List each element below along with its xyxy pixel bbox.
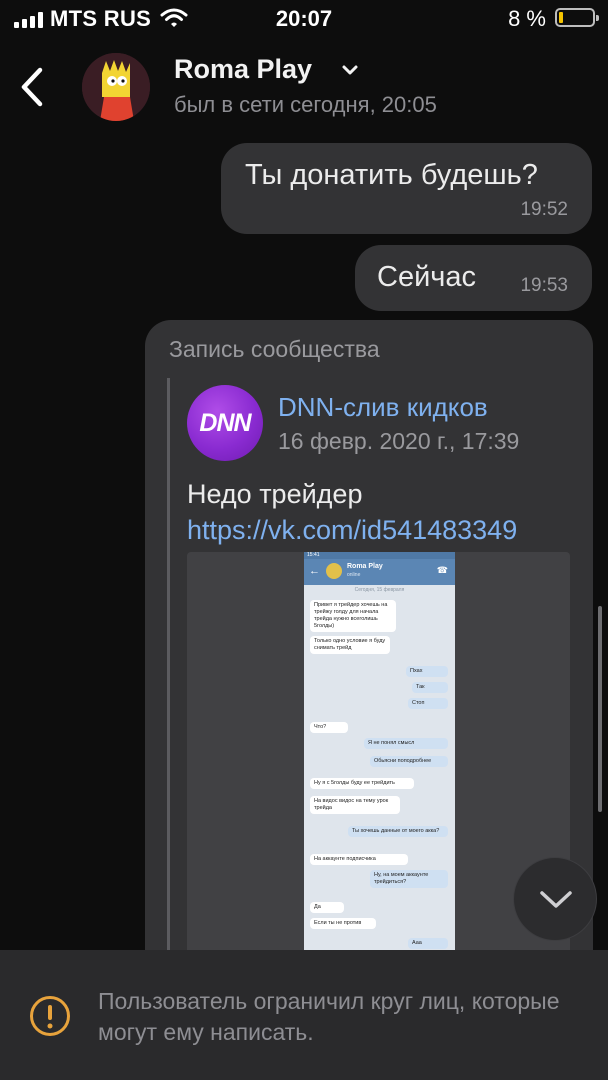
shot-message: Пхах: [406, 666, 448, 677]
chevron-down-icon[interactable]: [340, 60, 360, 80]
back-icon[interactable]: [14, 64, 54, 110]
post-link[interactable]: https://vk.com/id541483349: [187, 515, 517, 545]
shot-status-bar: 15:41: [304, 552, 455, 559]
status-bar: MTS RUS 20:07 8 %: [0, 0, 608, 40]
chevron-down-icon: [540, 891, 572, 908]
community-avatar[interactable]: DNN: [187, 385, 263, 461]
shot-avatar: [326, 563, 342, 579]
shot-message: На видос видос на тему урок трейда: [310, 796, 400, 814]
shot-message: Ты хочешь данные от моего акка?: [348, 826, 448, 837]
message-text: Сейчас: [377, 261, 477, 293]
message-bubble-outgoing[interactable]: Сейчас 19:53: [355, 245, 592, 311]
scroll-indicator[interactable]: [598, 606, 602, 812]
quote-line: [167, 378, 170, 978]
warning-icon: [30, 996, 70, 1036]
post-image-attachment[interactable]: 15:41 ← Roma Play online ☎ Сегодня, 15 ф…: [187, 552, 570, 972]
shot-message: Если ты не против: [310, 918, 376, 929]
avatar[interactable]: [82, 53, 150, 121]
post-text: Недо трейдер https://vk.com/id541483349: [187, 476, 577, 548]
message-time: 19:53: [520, 275, 568, 296]
post-text-body: Недо трейдер: [187, 479, 363, 509]
battery-percent: 8 %: [508, 6, 546, 31]
post-label: Запись сообщества: [169, 336, 380, 362]
restriction-text: Пользователь ограничил круг лиц, которые…: [98, 988, 560, 1045]
community-logo: DNN: [199, 409, 251, 437]
shot-message: На аккаунте подписчика: [310, 854, 408, 865]
shot-message: Что?: [310, 722, 348, 733]
shot-date: Сегодня, 15 февраля: [354, 587, 405, 593]
shot-phone-icon: ☎: [436, 565, 448, 575]
restriction-banner: Пользователь ограничил круг лиц, которые…: [0, 950, 608, 1080]
chat-header: Roma Play был в сети сегодня, 20:05: [0, 40, 608, 135]
shot-message: Я не понял смысл: [364, 738, 448, 749]
post-date: 16 февр. 2020 г., 17:39: [278, 428, 520, 454]
community-name[interactable]: DNN-слив кидков: [278, 392, 488, 423]
shot-message: Ну, на моем аккаунте трейдиться?: [370, 870, 448, 888]
shot-peer-status: online: [347, 572, 361, 578]
screenshot-image: 15:41 ← Roma Play online ☎ Сегодня, 15 ф…: [304, 552, 455, 972]
message-text: Ты донатить будешь?: [245, 159, 538, 191]
shot-message: Только одно условие я буду снимать трейд: [310, 636, 390, 654]
shot-message: Привет я трейдер хочешь на трейжу голду …: [310, 600, 396, 632]
message-bubble-outgoing[interactable]: Ты донатить будешь? 19:52: [221, 143, 592, 234]
shot-message: Стоп: [408, 698, 448, 709]
shot-message: Обьясни поподробнее: [370, 756, 448, 767]
peer-name[interactable]: Roma Play: [174, 54, 312, 85]
shot-peer-name: Roma Play: [347, 563, 383, 570]
shot-message: Так: [412, 682, 448, 693]
shot-back-icon: ←: [309, 565, 320, 577]
shot-message: Ааа: [408, 938, 448, 949]
message-time: 19:52: [520, 199, 568, 220]
scroll-down-button[interactable]: [513, 857, 597, 941]
shot-header: ← Roma Play online ☎: [304, 559, 455, 585]
shot-message: Ну я с 5голды буду ее трейдить: [310, 778, 414, 789]
shot-message: Да: [310, 902, 344, 913]
peer-status: был в сети сегодня, 20:05: [174, 92, 437, 117]
battery-icon: [555, 8, 599, 27]
shot-status-time: 15:41: [307, 552, 320, 558]
